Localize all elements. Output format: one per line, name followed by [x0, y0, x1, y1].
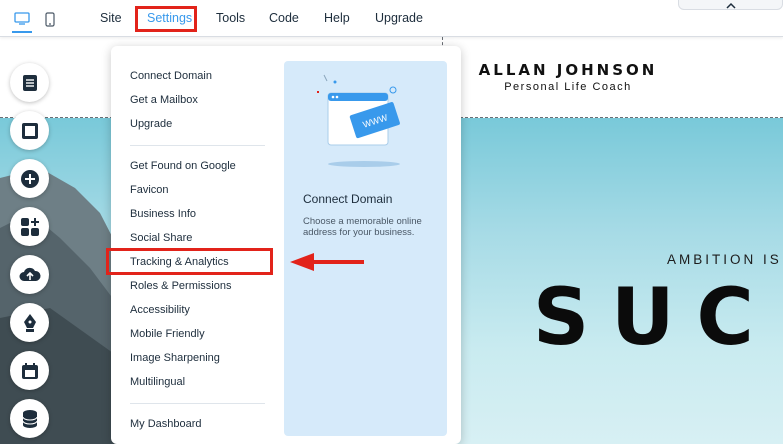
menu-item-get-found-on-google[interactable]: Get Found on Google	[130, 160, 236, 172]
menu-item-favicon[interactable]: Favicon	[130, 184, 169, 196]
menu-item-my-dashboard[interactable]: My Dashboard	[130, 418, 202, 430]
hero-tagline: AMBITION IS T	[667, 252, 783, 267]
desktop-icon	[14, 11, 30, 25]
site-brand-name: ALLAN JOHNSON	[478, 61, 658, 79]
site-brand-subtitle: Personal Life Coach	[504, 81, 632, 93]
menu-code[interactable]: Code	[269, 11, 299, 25]
upload-button[interactable]	[10, 255, 49, 294]
menu-item-get-mailbox[interactable]: Get a Mailbox	[130, 94, 198, 106]
annotation-arrow-icon	[290, 253, 364, 271]
menu-item-connect-domain[interactable]: Connect Domain	[130, 70, 212, 82]
menu-item-mobile-friendly[interactable]: Mobile Friendly	[130, 328, 205, 340]
collapse-tab[interactable]	[678, 0, 783, 10]
mobile-view-button[interactable]	[40, 8, 60, 30]
upload-icon	[19, 267, 41, 281]
info-panel-description: Choose a memorable online address for yo…	[303, 216, 422, 238]
add-apps-icon	[20, 217, 39, 236]
add-button[interactable]	[10, 159, 49, 198]
hero-headline: SUC	[533, 273, 776, 363]
menu-item-multilingual[interactable]: Multilingual	[130, 376, 185, 388]
mobile-icon	[45, 11, 55, 27]
desktop-view-button[interactable]	[12, 5, 32, 33]
chevron-up-icon	[725, 2, 736, 9]
menu-item-roles-permissions[interactable]: Roles & Permissions	[130, 280, 231, 292]
menu-item-image-sharpening[interactable]: Image Sharpening	[130, 352, 220, 364]
settings-dropdown: Connect Domain Get a Mailbox Upgrade Get…	[111, 46, 461, 444]
pages-icon	[22, 74, 37, 91]
menu-upgrade[interactable]: Upgrade	[375, 11, 423, 25]
blog-button[interactable]	[10, 303, 49, 342]
menu-separator	[130, 145, 265, 146]
blog-pen-icon	[23, 313, 36, 332]
database-button[interactable]	[10, 399, 49, 438]
menu-item-business-info[interactable]: Business Info	[130, 208, 196, 220]
domain-illustration: WWW	[317, 74, 400, 167]
settings-highlight-box	[135, 6, 197, 32]
menu-item-social-share[interactable]: Social Share	[130, 232, 192, 244]
menu-item-upgrade[interactable]: Upgrade	[130, 118, 172, 130]
top-bar: Site Settings Tools Code Help Upgrade	[0, 0, 783, 37]
info-panel-title: Connect Domain	[303, 192, 393, 206]
menu-separator	[130, 403, 265, 404]
background-icon	[21, 122, 38, 139]
background-button[interactable]	[10, 111, 49, 150]
menu-info-panel: WWW Connect Domain Choose a memorable on…	[284, 61, 447, 436]
tracking-analytics-highlight-box	[106, 248, 273, 275]
pages-button[interactable]	[10, 63, 49, 102]
menu-tools[interactable]: Tools	[216, 11, 245, 25]
add-icon	[20, 169, 39, 188]
database-icon	[22, 409, 37, 428]
bookings-calendar-icon	[21, 362, 38, 379]
add-apps-button[interactable]	[10, 207, 49, 246]
menu-help[interactable]: Help	[324, 11, 350, 25]
menu-site[interactable]: Site	[100, 11, 122, 25]
bookings-button[interactable]	[10, 351, 49, 390]
menu-item-accessibility[interactable]: Accessibility	[130, 304, 190, 316]
